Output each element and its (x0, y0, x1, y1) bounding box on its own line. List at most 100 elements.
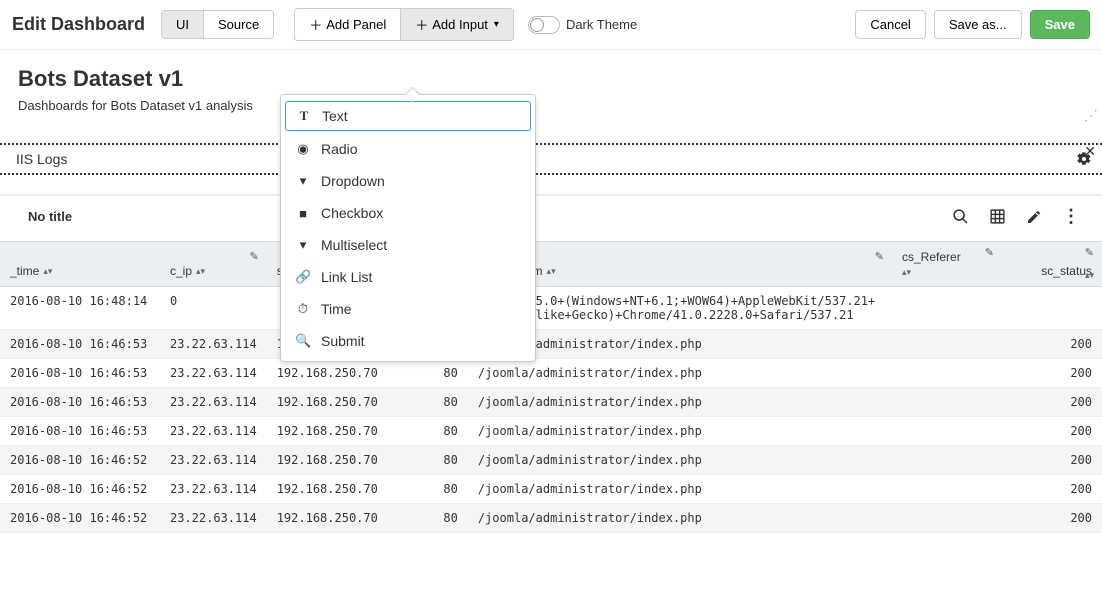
cell-status: 200 (1002, 359, 1102, 388)
cell-sport: 80 (388, 504, 468, 533)
input-option-label: Checkbox (321, 205, 383, 221)
pencil-icon[interactable]: ✎ (985, 246, 994, 259)
input-option-submit[interactable]: 🔍 Submit (281, 325, 535, 357)
input-option-label: Multiselect (321, 237, 387, 253)
panel-body: No title ⋮ _time ▴▾ c_ip▴▾ ✎ (0, 195, 1102, 533)
col-label: cs_Referer (902, 250, 961, 264)
cell-time: 2016-08-10 16:46:52 (0, 446, 160, 475)
save-button[interactable]: Save (1030, 10, 1090, 39)
table-row[interactable]: 2016-08-10 16:46:5223.22.63.114192.168.2… (0, 475, 1102, 504)
table-row[interactable]: 2016-08-10 16:46:5323.22.63.114192.168.2… (0, 388, 1102, 417)
toggle-track (528, 16, 560, 34)
input-option-radio[interactable]: ◉ Radio (281, 133, 535, 165)
input-option-multiselect[interactable]: ▾ Multiselect (281, 229, 535, 261)
cell-ref (892, 504, 1002, 533)
panel-title[interactable]: IIS Logs (16, 151, 67, 167)
cell-sip: 192.168.250.70 (267, 446, 388, 475)
panel-notitle[interactable]: No title (28, 209, 72, 224)
cell-cip: 23.22.63.114 (160, 446, 267, 475)
cell-sip: 192.168.250.70 (267, 388, 388, 417)
input-option-text[interactable]: T Text (285, 101, 531, 131)
col-time[interactable]: _time ▴▾ (0, 242, 160, 287)
sort-icon: ▴▾ (1085, 273, 1094, 278)
cell-ref (892, 388, 1002, 417)
pencil-icon[interactable]: ✎ (1085, 246, 1094, 259)
sort-icon: ▴▾ (547, 269, 556, 274)
input-option-label: Text (322, 108, 348, 124)
dashboard-header: Bots Dataset v1 Dashboards for Bots Data… (0, 50, 1102, 125)
input-option-checkbox[interactable]: ■ Checkbox (281, 197, 535, 229)
cell-status: 200 (1002, 330, 1102, 359)
cell-time: 2016-08-10 16:46:53 (0, 388, 160, 417)
dashboard-title[interactable]: Bots Dataset v1 (18, 66, 1084, 92)
col-label: _time (10, 264, 39, 278)
cell-time: 2016-08-10 16:46:53 (0, 417, 160, 446)
cell-cip: 23.22.63.114 (160, 475, 267, 504)
cell-uri: /joomla/administrator/index.php (468, 504, 892, 533)
gear-icon[interactable] (1076, 151, 1092, 171)
pencil-icon[interactable]: ✎ (875, 250, 884, 263)
table-row[interactable]: 2016-08-10 16:48:140200Mozilla/5.0+(Wind… (0, 287, 1102, 330)
cell-cip: 23.22.63.114 (160, 359, 267, 388)
cell-uri: /joomla/administrator/index.php (468, 446, 892, 475)
sort-icon: ▴▾ (196, 269, 205, 274)
cell-status: 200 (1002, 388, 1102, 417)
cell-sport: 80 (388, 417, 468, 446)
edit-icon[interactable] (1026, 209, 1042, 225)
cell-ref (892, 287, 1002, 330)
add-input-dropdown: T Text ◉ Radio ▾ Dropdown ■ Checkbox ▾ M… (280, 94, 536, 362)
dark-theme-toggle[interactable]: Dark Theme (528, 16, 637, 34)
cell-cip: 23.22.63.114 (160, 388, 267, 417)
pencil-icon[interactable]: ✎ (249, 250, 258, 263)
table-row[interactable]: 2016-08-10 16:46:5323.22.63.114192.168.2… (0, 330, 1102, 359)
add-input-label: Add Input (432, 17, 488, 32)
cell-status: 200 (1002, 475, 1102, 504)
cell-cip: 0 (160, 287, 267, 330)
input-option-time[interactable]: ⏱ Time (281, 293, 535, 325)
text-icon: T (296, 108, 312, 124)
multiselect-icon: ▾ (295, 237, 311, 253)
cell-sport: 80 (388, 388, 468, 417)
input-option-linklist[interactable]: 🔗 Link List (281, 261, 535, 293)
cell-sip: 192.168.250.70 (267, 504, 388, 533)
cell-sport: 80 (388, 475, 468, 504)
table-row[interactable]: 2016-08-10 16:46:5223.22.63.114192.168.2… (0, 446, 1102, 475)
tab-ui[interactable]: UI (162, 11, 203, 38)
cell-time: 2016-08-10 16:46:53 (0, 359, 160, 388)
cell-ref (892, 446, 1002, 475)
save-as-button[interactable]: Save as... (934, 10, 1022, 39)
sort-icon: ▴▾ (43, 269, 52, 274)
resize-handle-icon[interactable]: ⋰ (1084, 109, 1096, 121)
panel-header-bar[interactable]: IIS Logs ✕ (0, 143, 1102, 175)
cell-time: 2016-08-10 16:46:52 (0, 504, 160, 533)
tab-source[interactable]: Source (203, 11, 273, 38)
table-row[interactable]: 2016-08-10 16:46:5323.22.63.114192.168.2… (0, 417, 1102, 446)
more-icon[interactable]: ⋮ (1062, 206, 1080, 227)
table-row[interactable]: 2016-08-10 16:46:5323.22.63.114192.168.2… (0, 359, 1102, 388)
cell-time: 2016-08-10 16:48:14 (0, 287, 160, 330)
col-ref[interactable]: cs_Referer ✎ ▴▾ (892, 242, 1002, 287)
cell-time: 2016-08-10 16:46:53 (0, 330, 160, 359)
col-status[interactable]: sc_status ✎ ▴▾ (1002, 242, 1102, 287)
dark-theme-label: Dark Theme (566, 17, 637, 32)
cell-sip: 192.168.250.70 (267, 359, 388, 388)
cancel-button[interactable]: Cancel (855, 10, 925, 39)
cell-cip: 23.22.63.114 (160, 330, 267, 359)
input-option-dropdown[interactable]: ▾ Dropdown (281, 165, 535, 197)
cell-uri: /joomla/administrator/index.php (468, 417, 892, 446)
dropdown-icon: ▾ (295, 173, 311, 189)
cell-sport: 80 (388, 446, 468, 475)
sort-icon: ▴▾ (902, 270, 911, 275)
add-input-button[interactable]: ＋Add Input (400, 9, 513, 40)
dashboard-description[interactable]: Dashboards for Bots Dataset v1 analysis (18, 98, 1084, 113)
col-cip[interactable]: c_ip▴▾ ✎ (160, 242, 267, 287)
search-icon[interactable] (952, 208, 969, 225)
cell-status: 200 (1002, 417, 1102, 446)
cell-sip: 192.168.250.70 (267, 475, 388, 504)
cell-uri: /joomla/administrator/index.php (468, 388, 892, 417)
cell-status (1002, 287, 1102, 330)
table-row[interactable]: 2016-08-10 16:46:5223.22.63.114192.168.2… (0, 504, 1102, 533)
grid-icon[interactable] (989, 208, 1006, 225)
cell-uri: /joomla/administrator/index.php (468, 359, 892, 388)
add-panel-button[interactable]: ＋Add Panel (295, 9, 400, 40)
